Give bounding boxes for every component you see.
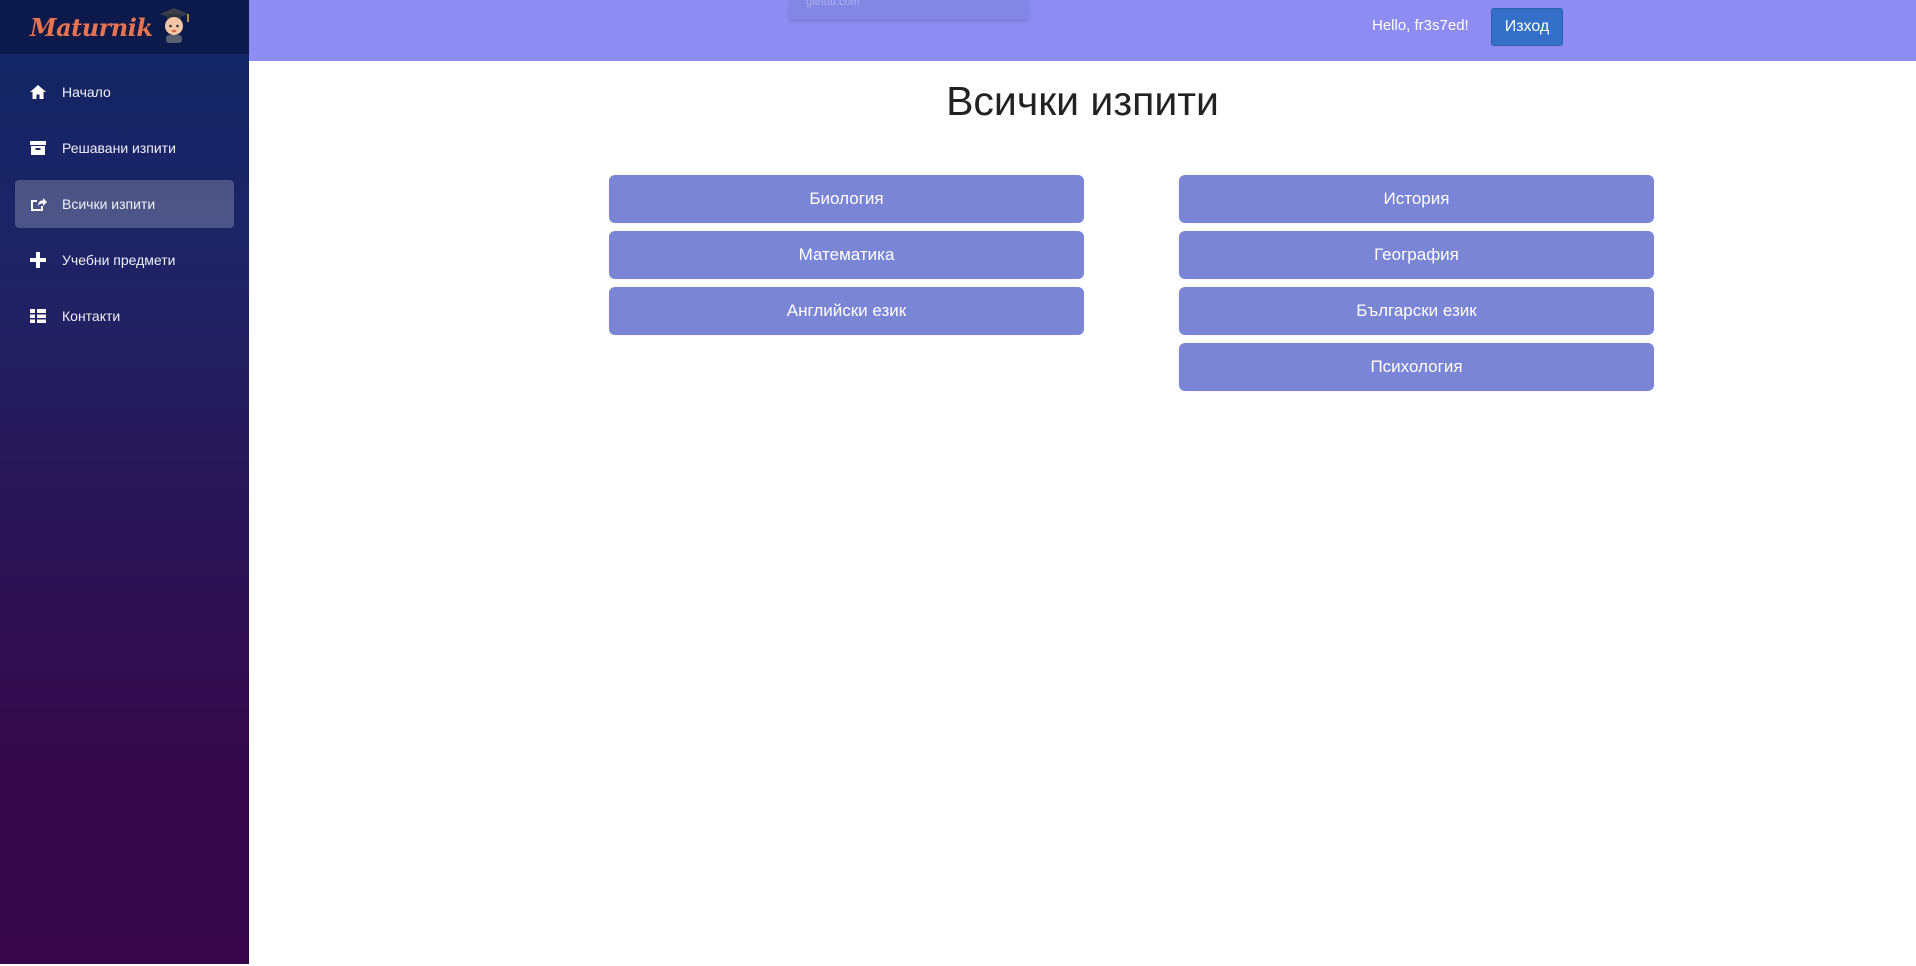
subject-button-biology[interactable]: Биология <box>609 175 1084 223</box>
logo-text: Maturnik <box>30 12 153 42</box>
sidebar-item-label: Начало <box>62 84 111 100</box>
subject-button-mathematics[interactable]: Математика <box>609 231 1084 279</box>
logo[interactable]: Maturnik <box>0 0 249 54</box>
sidebar-item-label: Всички изпити <box>62 196 156 212</box>
sidebar-item-all-exams[interactable]: Всички изпити <box>15 180 234 228</box>
user-greeting: Hello, fr3s7ed! <box>1372 17 1469 34</box>
sidebar-item-label: Учебни предмети <box>62 252 176 268</box>
sidebar: Maturnik Начало Решавани изпити Всички и… <box>0 0 249 964</box>
page-title: Всички изпити <box>946 78 1219 124</box>
subject-button-bulgarian[interactable]: Български език <box>1179 287 1654 335</box>
sidebar-item-contacts[interactable]: Контакти <box>15 292 234 340</box>
sidebar-item-solved-exams[interactable]: Решавани изпити <box>15 124 234 172</box>
subject-button-history[interactable]: История <box>1179 175 1654 223</box>
subject-list-left: Биология Математика Английски език <box>609 175 1084 343</box>
url-hint: github.com <box>790 0 1028 19</box>
subject-button-english[interactable]: Английски език <box>609 287 1084 335</box>
sidebar-item-subjects[interactable]: Учебни предмети <box>15 236 234 284</box>
sidebar-item-home[interactable]: Начало <box>15 68 234 116</box>
graduate-mascot-icon <box>157 6 191 49</box>
top-bar: github.com Hello, fr3s7ed! Изход <box>249 0 1916 61</box>
subject-button-psychology[interactable]: Психология <box>1179 343 1654 391</box>
subject-button-geography[interactable]: География <box>1179 231 1654 279</box>
sidebar-nav: Начало Решавани изпити Всички изпити Уче… <box>0 68 249 340</box>
list-icon <box>29 307 47 325</box>
logout-button[interactable]: Изход <box>1491 8 1563 46</box>
sidebar-item-label: Решавани изпити <box>62 140 176 156</box>
share-icon <box>29 195 47 213</box>
subject-list-right: История География Български език Психоло… <box>1179 175 1654 399</box>
home-icon <box>29 83 47 101</box>
sidebar-item-label: Контакти <box>62 308 121 324</box>
archive-icon <box>29 139 47 157</box>
plus-icon <box>29 251 47 269</box>
